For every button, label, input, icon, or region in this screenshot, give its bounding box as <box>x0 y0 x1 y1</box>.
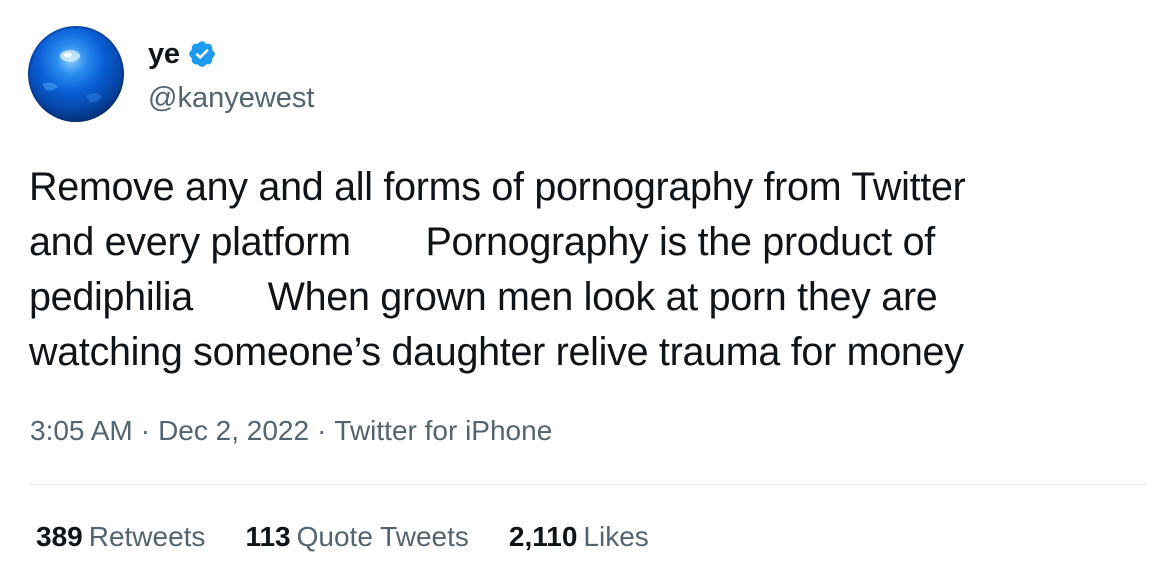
tweet-text-line: Remove any and all forms of pornography … <box>29 165 966 209</box>
tweet-text: Remove any and all forms of pornography … <box>29 160 1149 380</box>
retweets-count: 389 <box>36 521 83 552</box>
name-row: ye <box>148 34 314 74</box>
tweet-text-line: pediphilia When grown men look at porn t… <box>29 275 938 319</box>
tweet-text-line: watching someone’s daughter relive traum… <box>29 330 964 374</box>
meta-separator: · <box>140 415 151 446</box>
avatar[interactable] <box>28 26 124 122</box>
likes-stat[interactable]: 2,110 Likes <box>509 518 649 556</box>
divider <box>29 484 1147 485</box>
handle[interactable]: @kanyewest <box>148 78 314 118</box>
meta-separator: · <box>317 415 327 446</box>
tweet-date[interactable]: Dec 2, 2022 <box>158 415 309 446</box>
quote-tweets-count: 113 <box>245 521 291 552</box>
retweets-label: Retweets <box>88 521 206 552</box>
likes-label: Likes <box>583 521 649 552</box>
tweet-time[interactable]: 3:05 AM <box>30 415 133 446</box>
tweet-card: ye @kanyewest Remove any and all forms o… <box>0 0 1176 588</box>
quote-tweets-stat[interactable]: 113 Quote Tweets <box>245 518 468 556</box>
retweets-stat[interactable]: 389 Retweets <box>36 518 205 556</box>
verified-badge-icon <box>189 41 215 67</box>
tweet-source[interactable]: Twitter for iPhone <box>334 415 552 446</box>
tweet-meta: 3:05 AM · Dec 2, 2022 · Twitter for iPhone <box>30 412 552 450</box>
tweet-text-line: and every platform Pornography is the pr… <box>29 220 935 264</box>
display-name[interactable]: ye <box>148 34 180 74</box>
tweet-stats: 389 Retweets 113 Quote Tweets 2,110 Likes <box>36 518 689 556</box>
likes-count: 2,110 <box>508 521 578 552</box>
quote-tweets-label: Quote Tweets <box>296 521 469 552</box>
author-block: ye @kanyewest <box>148 34 314 118</box>
globe-avatar-icon <box>28 26 124 122</box>
